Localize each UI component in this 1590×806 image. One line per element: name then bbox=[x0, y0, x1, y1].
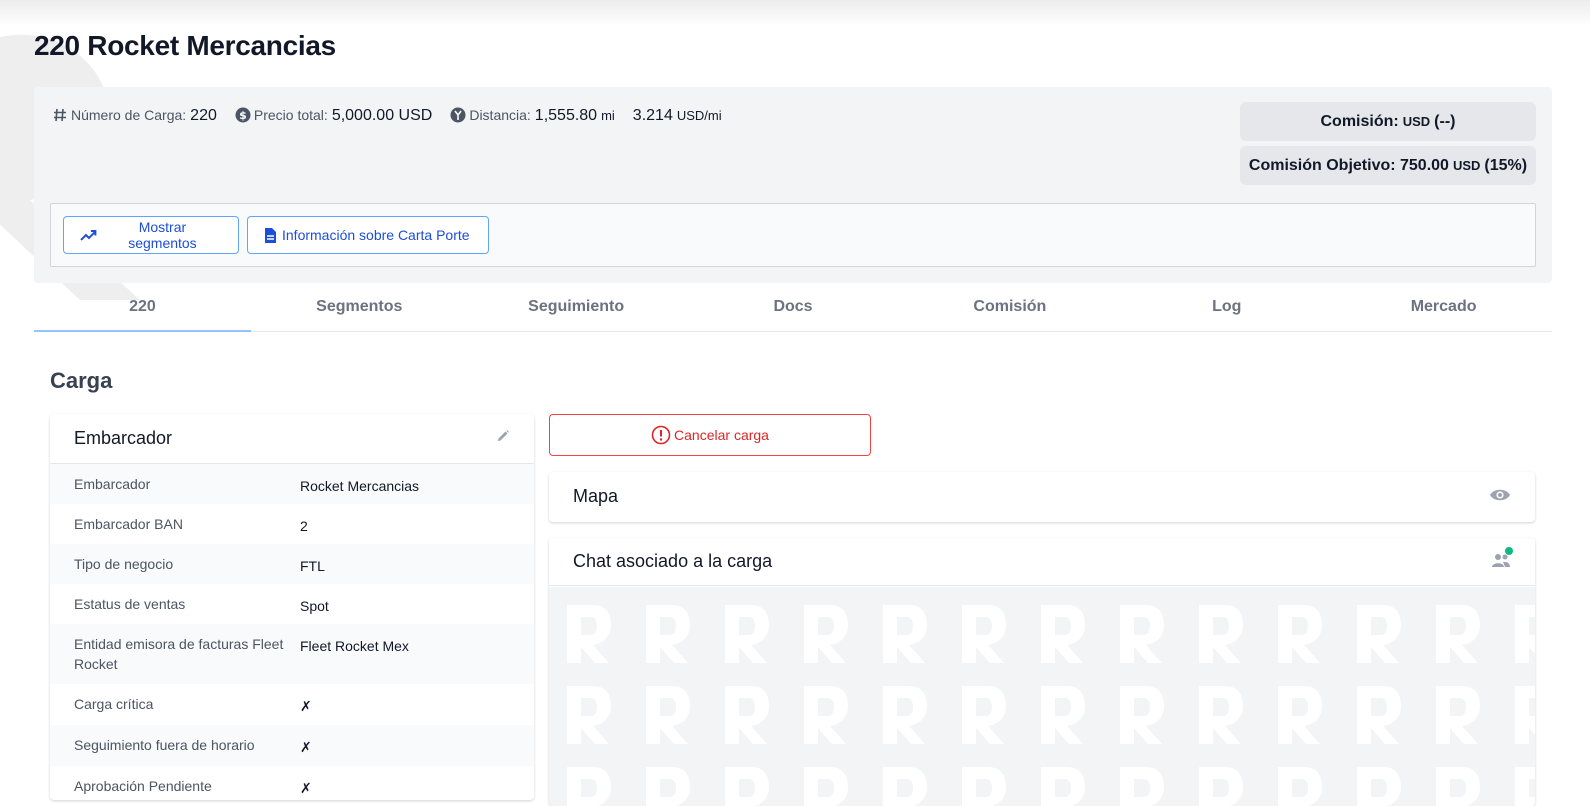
total-price-label: Precio total: bbox=[253, 107, 328, 123]
target-commission-currency: USD bbox=[1452, 158, 1481, 173]
tab-mercado[interactable]: Mercado bbox=[1335, 288, 1552, 331]
rocket-logo-pattern bbox=[563, 601, 1535, 806]
map-panel-title: Mapa bbox=[573, 485, 619, 506]
detail-value: Fleet Rocket Mex bbox=[300, 638, 409, 654]
hash-icon bbox=[52, 107, 68, 123]
group-icon[interactable] bbox=[1491, 547, 1513, 572]
detail-value: ✗ bbox=[300, 698, 312, 714]
distance-value: 1,555.80 bbox=[534, 107, 598, 124]
trending-up-icon bbox=[80, 230, 97, 241]
detail-key: Entidad emisora de facturas Fleet Rocket bbox=[74, 636, 284, 672]
detail-value: FTL bbox=[300, 558, 325, 574]
show-segments-label: Mostrar segmentos bbox=[128, 219, 197, 251]
chat-panel-header: Chat asociado a la carga bbox=[549, 538, 1535, 586]
tab-segmentos[interactable]: Segmentos bbox=[251, 288, 468, 331]
chat-messages-area bbox=[549, 587, 1535, 806]
detail-row: Entidad emisora de facturas Fleet Rocket… bbox=[50, 624, 534, 684]
commission-badge: Comisión: USD (--) bbox=[1240, 102, 1536, 141]
tab-seguimiento[interactable]: Seguimiento bbox=[468, 288, 685, 331]
online-status-dot bbox=[1505, 547, 1513, 555]
shipper-details: Embarcador Rocket Mercancias Embarcador … bbox=[50, 464, 534, 800]
chat-panel-title: Chat asociado a la carga bbox=[573, 551, 773, 571]
detail-key: Aprobación Pendiente bbox=[74, 778, 212, 794]
distance-unit: mi bbox=[601, 108, 615, 123]
target-commission-label: Comisión Objetivo: 750.00 bbox=[1248, 156, 1449, 174]
carta-porte-label: Información sobre Carta Porte bbox=[282, 227, 470, 243]
carta-porte-button[interactable]: Información sobre Carta Porte bbox=[247, 216, 489, 254]
detail-row: Embarcador BAN 2 bbox=[50, 504, 534, 544]
total-price-value: 5,000.00 USD bbox=[331, 107, 433, 124]
page-title: 220 Rocket Mercancias bbox=[34, 30, 336, 61]
detail-row: Embarcador Rocket Mercancias bbox=[50, 464, 534, 504]
tab-log[interactable]: Log bbox=[1118, 288, 1335, 331]
target-commission-pct: (15%) bbox=[1484, 156, 1528, 174]
shipper-card-title: Embarcador bbox=[74, 428, 173, 448]
shipper-card: Embarcador Embarcador Rocket Mercancias … bbox=[50, 414, 534, 800]
detail-row: Tipo de negocio FTL bbox=[50, 544, 534, 584]
detail-key: Seguimiento fuera de horario bbox=[74, 737, 255, 753]
total-price: $ Precio total: 5,000.00 USD bbox=[235, 104, 432, 125]
action-bar: Mostrar segmentos Información sobre Cart… bbox=[50, 203, 1536, 267]
show-segments-button[interactable]: Mostrar segmentos bbox=[63, 216, 239, 254]
tab-load-220[interactable]: 220 bbox=[34, 288, 251, 332]
distance: Distancia: 1,555.80 mi bbox=[450, 104, 615, 125]
commission-label: Comisión: bbox=[1320, 112, 1399, 130]
commission-value: (--) bbox=[1434, 112, 1456, 130]
section-title: Carga bbox=[50, 368, 113, 393]
chat-panel: Chat asociado a la carga bbox=[549, 538, 1535, 806]
detail-value: ✗ bbox=[300, 780, 312, 796]
detail-value: Spot bbox=[300, 598, 329, 614]
eye-icon[interactable] bbox=[1489, 486, 1511, 507]
map-panel-header: Mapa bbox=[549, 472, 1535, 520]
cancel-load-button[interactable]: Cancelar carga bbox=[549, 414, 871, 456]
detail-row: Aprobación Pendiente ✗ bbox=[50, 766, 534, 800]
edit-pencil-icon[interactable] bbox=[496, 429, 510, 448]
target-commission-badge: Comisión Objetivo: 750.00 USD (15%) bbox=[1240, 146, 1536, 185]
detail-value: 2 bbox=[300, 518, 308, 534]
load-number-value: 220 bbox=[190, 107, 217, 124]
top-shadow bbox=[0, 0, 1590, 26]
detail-row: Estatus de ventas Spot bbox=[50, 584, 534, 624]
route-icon bbox=[450, 107, 466, 123]
detail-row: Seguimiento fuera de horario ✗ bbox=[50, 725, 534, 766]
cancel-load-label: Cancelar carga bbox=[674, 427, 769, 443]
tab-comision[interactable]: Comisión bbox=[901, 288, 1118, 331]
commission-currency: USD bbox=[1402, 114, 1431, 129]
detail-value: ✗ bbox=[300, 739, 312, 755]
load-number-label: Número de Carga: bbox=[71, 107, 187, 123]
shipper-card-header: Embarcador bbox=[50, 414, 534, 464]
document-icon bbox=[265, 227, 276, 243]
load-tabs: 220 Segmentos Seguimiento Docs Comisión … bbox=[34, 288, 1552, 332]
detail-key: Carga crítica bbox=[74, 696, 154, 712]
map-panel: Mapa bbox=[549, 472, 1535, 522]
svg-text:$: $ bbox=[239, 109, 247, 122]
detail-row: Carga crítica ✗ bbox=[50, 684, 534, 725]
rate-unit: USD/mi bbox=[676, 108, 722, 123]
detail-key: Estatus de ventas bbox=[74, 596, 186, 612]
load-meta: Número de Carga: 220 $ Precio total: 5,0… bbox=[52, 104, 740, 125]
alert-circle-icon bbox=[651, 425, 671, 445]
load-summary-panel: Número de Carga: 220 $ Precio total: 5,0… bbox=[34, 87, 1552, 283]
rate-value: 3.214 bbox=[632, 107, 673, 124]
detail-value: Rocket Mercancias bbox=[300, 478, 420, 494]
tab-docs[interactable]: Docs bbox=[685, 288, 902, 331]
distance-label: Distancia: bbox=[469, 107, 531, 123]
load-number: Número de Carga: 220 bbox=[52, 104, 217, 125]
rate-per-mile: 3.214 USD/mi bbox=[633, 107, 722, 125]
detail-key: Tipo de negocio bbox=[74, 556, 174, 572]
detail-key: Embarcador BAN bbox=[74, 516, 183, 532]
dollar-circle-icon: $ bbox=[235, 107, 251, 123]
detail-key: Embarcador bbox=[74, 476, 151, 492]
